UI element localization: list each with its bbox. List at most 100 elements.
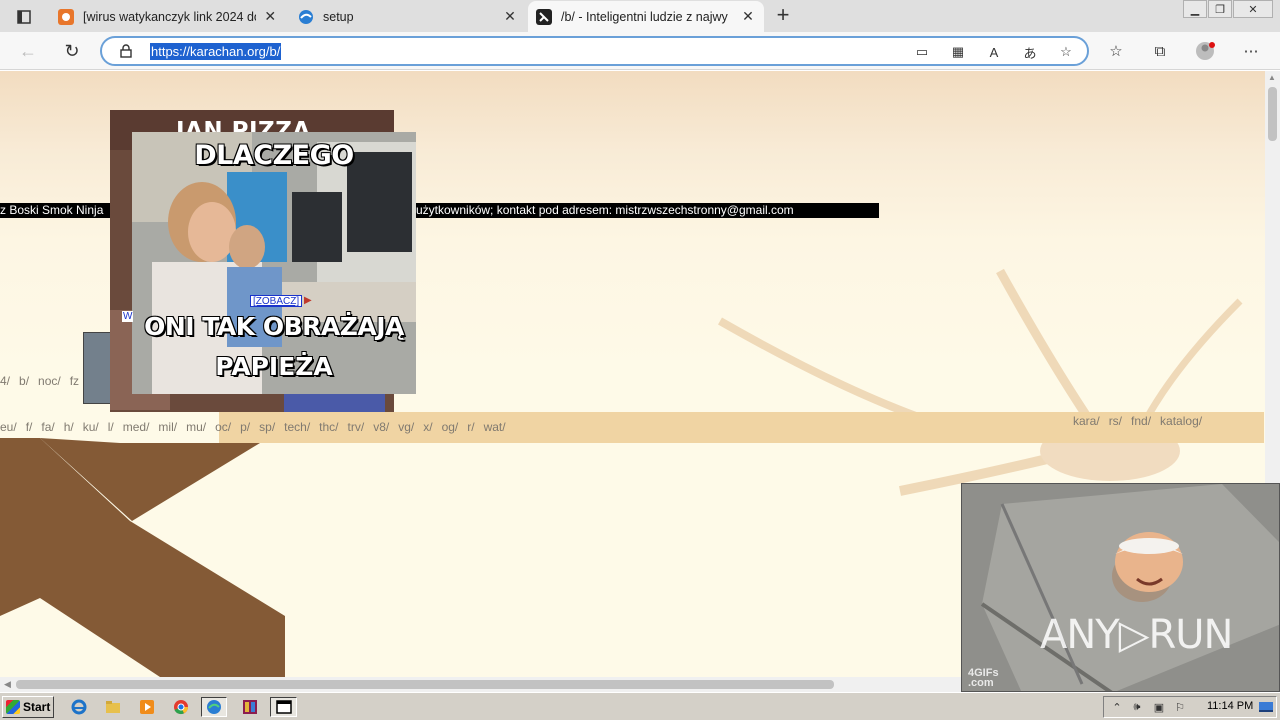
action-center-flag-icon[interactable]: ⚐ (1172, 700, 1188, 714)
profile-avatar-icon[interactable] (1195, 41, 1217, 61)
banner-contact-text: użytkowników; kontakt pod adresem: mistr… (416, 203, 794, 217)
board-link[interactable]: ku/ (83, 420, 99, 434)
tab-title: setup (323, 9, 354, 24)
board-link[interactable]: trv/ (348, 420, 365, 434)
board-link[interactable]: oc/ (215, 420, 231, 434)
board-link[interactable]: h/ (64, 420, 74, 434)
board-link[interactable]: vg/ (398, 420, 414, 434)
network-icon[interactable]: ▣ (1151, 700, 1167, 714)
horizontal-scroll-thumb[interactable] (16, 680, 834, 689)
meme-bottom-text-1: ONI TAK OBRAŻAJĄ (144, 312, 404, 341)
show-hidden-icons-icon[interactable]: ⌃ (1109, 700, 1125, 714)
address-bar[interactable]: https://karachan.org/b/ ▭ ▦ A あ ☆ (100, 36, 1089, 66)
show-desktop-icon[interactable] (1258, 700, 1274, 714)
blue-image-strip[interactable] (284, 394, 385, 412)
taskbar: Start ⌃ 🕪 ▣ ⚐ 11:14 PM (0, 692, 1280, 720)
meme-top-text: DLACZEGO (194, 140, 354, 171)
taskbar-clock[interactable]: 11:14 PM (1207, 700, 1253, 712)
anyrun-logo: ANY▷RUN (1040, 612, 1233, 658)
board-link[interactable]: kara/ (1073, 414, 1100, 428)
collections-icon[interactable]: ⧉ (1149, 41, 1171, 61)
board-link[interactable]: mu/ (186, 420, 206, 434)
board-link[interactable]: fz (70, 374, 79, 388)
edge-taskbar-icon[interactable] (201, 697, 227, 717)
close-tab-icon[interactable]: ✕ (502, 8, 518, 25)
window-taskbar-icon[interactable] (270, 697, 297, 717)
karachan-favicon-icon (536, 8, 552, 25)
board-link[interactable]: 4/ (0, 374, 10, 388)
board-link[interactable]: tech/ (284, 420, 310, 434)
banner-left-text: z Boski Smok Ninja (0, 203, 104, 217)
board-link[interactable]: noc/ (38, 374, 61, 388)
anyrun-gif-overlay: ANY▷RUN 4GIFs .com (961, 483, 1280, 692)
restore-window-icon[interactable]: ❐ (1208, 0, 1232, 18)
board-link[interactable]: mil/ (158, 420, 177, 434)
tab-actions-button[interactable] (8, 6, 40, 28)
favorites-icon[interactable]: ☆ (1105, 41, 1127, 61)
close-tab-icon[interactable]: ✕ (740, 8, 756, 25)
winrar-icon[interactable] (237, 697, 263, 717)
board-link[interactable]: p/ (240, 420, 250, 434)
board-link[interactable]: r/ (467, 420, 474, 434)
close-tab-icon[interactable]: ✕ (262, 8, 278, 25)
board-link[interactable]: rs/ (1109, 414, 1122, 428)
add-favorite-icon[interactable]: ☆ (1056, 43, 1076, 61)
more-menu-icon[interactable]: ⋯ (1240, 41, 1262, 61)
media-player-icon[interactable] (136, 697, 158, 717)
board-link[interactable]: v8/ (373, 420, 389, 434)
lock-icon[interactable] (120, 44, 132, 58)
close-window-icon[interactable]: ✕ (1233, 0, 1273, 18)
read-aloud-icon[interactable]: A (984, 43, 1004, 61)
minimize-window-icon[interactable]: ▁ (1183, 0, 1207, 18)
device-icon[interactable]: ▭ (912, 43, 932, 61)
board-link[interactable]: med/ (123, 420, 150, 434)
board-link[interactable]: f/ (26, 420, 33, 434)
volume-icon[interactable]: 🕪 (1129, 700, 1145, 714)
board-link[interactable]: fnd/ (1131, 414, 1151, 428)
start-label: Start (23, 700, 51, 714)
board-link[interactable]: thc/ (319, 420, 338, 434)
translate-icon[interactable]: あ (1020, 43, 1040, 61)
gif-watermark: 4GIFs .com (968, 668, 999, 689)
board-nav-row-2: eu/f/fa/h/ku/l/med/mil/mu/oc/p/sp/tech/t… (0, 420, 515, 434)
new-tab-button[interactable]: + (770, 4, 796, 28)
scroll-up-icon[interactable]: ▲ (1268, 73, 1276, 82)
browser-toolbar: ← ↻ https://karachan.org/b/ ▭ ▦ A あ ☆ ☆ … (0, 32, 1280, 70)
board-link[interactable]: fa/ (41, 420, 54, 434)
gif-watermark-line-2: .com (968, 677, 994, 689)
street-gif-image (962, 484, 1279, 691)
board-nav-row-1: 4/b/noc/fz (0, 374, 88, 388)
w-link[interactable]: W (122, 311, 134, 322)
tab-wirus[interactable]: [wirus watykanczyk link 2024 do ✕ (50, 1, 286, 32)
tab-actions-icon (17, 10, 31, 24)
windows-logo-icon (6, 700, 20, 714)
tab-favicon-icon (58, 8, 74, 25)
board-link[interactable]: b/ (19, 374, 29, 388)
board-link[interactable]: og/ (442, 420, 459, 434)
file-explorer-icon[interactable] (102, 697, 124, 717)
url-text[interactable]: https://karachan.org/b/ (150, 43, 282, 60)
edge-favicon-icon (298, 9, 314, 25)
board-link[interactable]: wat/ (484, 420, 506, 434)
back-arrow-icon[interactable]: ← (15, 39, 41, 63)
board-nav-right: kara/rs/fnd/katalog/ (1073, 414, 1211, 428)
vertical-scroll-thumb[interactable] (1268, 87, 1277, 141)
meme-image[interactable]: DLACZEGO ONI TAK OBRAŻAJĄ PAPIEŻA (132, 132, 416, 394)
board-link[interactable]: x/ (423, 420, 432, 434)
chrome-icon[interactable] (170, 697, 192, 717)
tab-karachan[interactable]: /b/ - Inteligentni ludzie z najwy ✕ (528, 1, 764, 32)
board-link[interactable]: sp/ (259, 420, 275, 434)
apps-grid-icon[interactable]: ▦ (948, 43, 968, 61)
start-button[interactable]: Start (2, 696, 54, 718)
catalog-link[interactable]: katalog/ (1160, 414, 1202, 428)
scroll-left-icon[interactable]: ◀ (4, 679, 11, 690)
meme-bottom-text-2: PAPIEŻA (215, 352, 333, 381)
tab-setup[interactable]: setup ✕ (290, 1, 526, 32)
board-link[interactable]: l/ (108, 420, 114, 434)
refresh-icon[interactable]: ↻ (59, 39, 85, 63)
play-arrow-icon: ▶ (304, 295, 312, 306)
tab-strip: [wirus watykanczyk link 2024 do ✕ setup … (0, 0, 1280, 32)
internet-explorer-icon[interactable] (68, 697, 90, 717)
board-link[interactable]: eu/ (0, 420, 17, 434)
zobacz-link[interactable]: [ZOBACZ] (250, 295, 303, 307)
